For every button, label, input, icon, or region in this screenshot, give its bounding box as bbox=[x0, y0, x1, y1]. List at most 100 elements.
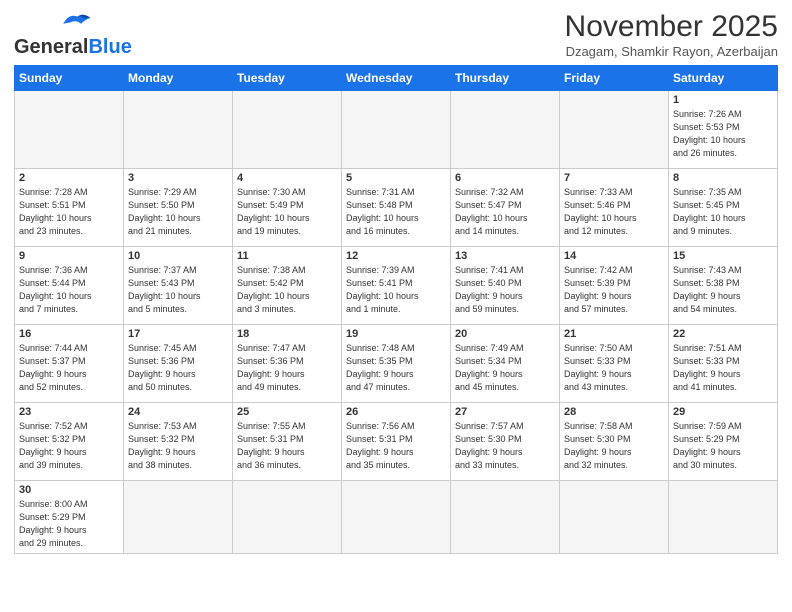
day-info: Sunrise: 8:00 AM Sunset: 5:29 PM Dayligh… bbox=[19, 498, 119, 550]
day-info: Sunrise: 7:38 AM Sunset: 5:42 PM Dayligh… bbox=[237, 264, 337, 316]
day-number: 5 bbox=[346, 172, 446, 184]
day-info: Sunrise: 7:32 AM Sunset: 5:47 PM Dayligh… bbox=[455, 186, 555, 238]
bird-icon bbox=[56, 8, 92, 36]
day-number: 3 bbox=[128, 172, 228, 184]
weekday-header-thursday: Thursday bbox=[451, 66, 560, 91]
calendar-cell: 23Sunrise: 7:52 AM Sunset: 5:32 PM Dayli… bbox=[15, 403, 124, 481]
weekday-header-sunday: Sunday bbox=[15, 66, 124, 91]
calendar-cell bbox=[233, 481, 342, 554]
day-info: Sunrise: 7:39 AM Sunset: 5:41 PM Dayligh… bbox=[346, 264, 446, 316]
day-info: Sunrise: 7:35 AM Sunset: 5:45 PM Dayligh… bbox=[673, 186, 773, 238]
day-number: 26 bbox=[346, 406, 446, 418]
calendar-cell bbox=[342, 481, 451, 554]
day-number: 6 bbox=[455, 172, 555, 184]
day-number: 22 bbox=[673, 328, 773, 340]
day-info: Sunrise: 7:31 AM Sunset: 5:48 PM Dayligh… bbox=[346, 186, 446, 238]
calendar-cell: 29 Sunrise: 7:59 AM Sunset: 5:29 PM Dayli… bbox=[669, 403, 778, 481]
calendar-cell: 25 Sunrise: 7:55 AM Sunset: 5:31 PM Dayli… bbox=[233, 403, 342, 481]
calendar-cell: 19Sunrise: 7:48 AM Sunset: 5:35 PM Dayli… bbox=[342, 325, 451, 403]
day-number: 8 bbox=[673, 172, 773, 184]
day-number: 29 bbox=[673, 406, 773, 418]
calendar-cell: 5 Sunrise: 7:31 AM Sunset: 5:48 PM Daylig… bbox=[342, 169, 451, 247]
calendar-cell: 10 Sunrise: 7:37 AM Sunset: 5:43 PM Dayli… bbox=[124, 247, 233, 325]
page: General Blue November 2025 Dzagam, Shamk… bbox=[0, 0, 792, 612]
day-number: 10 bbox=[128, 250, 228, 262]
day-number: 21 bbox=[564, 328, 664, 340]
title-block: November 2025 Dzagam, Shamkir Rayon, Aze… bbox=[565, 10, 778, 59]
day-info: Sunrise: 7:59 AM Sunset: 5:29 PM Dayligh… bbox=[673, 420, 773, 472]
day-info: Sunrise: 7:37 AM Sunset: 5:43 PM Dayligh… bbox=[128, 264, 228, 316]
day-number: 9 bbox=[19, 250, 119, 262]
logo-blue: Blue bbox=[88, 36, 131, 59]
day-info: Sunrise: 7:49 AM Sunset: 5:34 PM Dayligh… bbox=[455, 342, 555, 394]
day-info: Sunrise: 7:43 AM Sunset: 5:38 PM Dayligh… bbox=[673, 264, 773, 316]
day-number: 12 bbox=[346, 250, 446, 262]
calendar-cell: 18 Sunrise: 7:47 AM Sunset: 5:36 PM Dayli… bbox=[233, 325, 342, 403]
weekday-header-friday: Friday bbox=[560, 66, 669, 91]
header: General Blue November 2025 Dzagam, Shamk… bbox=[14, 10, 778, 59]
day-info: Sunrise: 7:33 AM Sunset: 5:46 PM Dayligh… bbox=[564, 186, 664, 238]
calendar-cell bbox=[451, 91, 560, 169]
day-number: 11 bbox=[237, 250, 337, 262]
calendar-cell: 21Sunrise: 7:50 AM Sunset: 5:33 PM Dayli… bbox=[560, 325, 669, 403]
month-title: November 2025 bbox=[565, 10, 778, 44]
calendar-cell: 12 Sunrise: 7:39 AM Sunset: 5:41 PM Dayli… bbox=[342, 247, 451, 325]
calendar-cell bbox=[15, 91, 124, 169]
day-number: 16 bbox=[19, 328, 119, 340]
day-info: Sunrise: 7:45 AM Sunset: 5:36 PM Dayligh… bbox=[128, 342, 228, 394]
day-number: 15 bbox=[673, 250, 773, 262]
day-number: 25 bbox=[237, 406, 337, 418]
calendar-cell: 24Sunrise: 7:53 AM Sunset: 5:32 PM Dayli… bbox=[124, 403, 233, 481]
calendar-cell: 13Sunrise: 7:41 AM Sunset: 5:40 PM Dayli… bbox=[451, 247, 560, 325]
day-info: Sunrise: 7:30 AM Sunset: 5:49 PM Dayligh… bbox=[237, 186, 337, 238]
calendar-cell: 17Sunrise: 7:45 AM Sunset: 5:36 PM Dayli… bbox=[124, 325, 233, 403]
calendar-cell: 9 Sunrise: 7:36 AM Sunset: 5:44 PM Daylig… bbox=[15, 247, 124, 325]
day-info: Sunrise: 7:51 AM Sunset: 5:33 PM Dayligh… bbox=[673, 342, 773, 394]
calendar-cell bbox=[124, 91, 233, 169]
calendar-cell bbox=[342, 91, 451, 169]
calendar-cell: 2Sunrise: 7:28 AM Sunset: 5:51 PM Daylig… bbox=[15, 169, 124, 247]
calendar-cell: 30 Sunrise: 8:00 AM Sunset: 5:29 PM Dayli… bbox=[15, 481, 124, 554]
calendar-cell bbox=[451, 481, 560, 554]
day-number: 27 bbox=[455, 406, 555, 418]
calendar-cell: 16 Sunrise: 7:44 AM Sunset: 5:37 PM Dayli… bbox=[15, 325, 124, 403]
weekday-header-tuesday: Tuesday bbox=[233, 66, 342, 91]
day-info: Sunrise: 7:28 AM Sunset: 5:51 PM Dayligh… bbox=[19, 186, 119, 238]
day-number: 14 bbox=[564, 250, 664, 262]
day-info: Sunrise: 7:56 AM Sunset: 5:31 PM Dayligh… bbox=[346, 420, 446, 472]
calendar-cell: 8 Sunrise: 7:35 AM Sunset: 5:45 PM Daylig… bbox=[669, 169, 778, 247]
weekday-header-row: SundayMondayTuesdayWednesdayThursdayFrid… bbox=[15, 66, 778, 91]
day-number: 4 bbox=[237, 172, 337, 184]
day-info: Sunrise: 7:44 AM Sunset: 5:37 PM Dayligh… bbox=[19, 342, 119, 394]
calendar: SundayMondayTuesdayWednesdayThursdayFrid… bbox=[14, 65, 778, 554]
calendar-cell bbox=[124, 481, 233, 554]
day-number: 13 bbox=[455, 250, 555, 262]
calendar-cell: 26 Sunrise: 7:56 AM Sunset: 5:31 PM Dayli… bbox=[342, 403, 451, 481]
calendar-cell bbox=[233, 91, 342, 169]
day-number: 18 bbox=[237, 328, 337, 340]
calendar-cell bbox=[669, 481, 778, 554]
day-info: Sunrise: 7:42 AM Sunset: 5:39 PM Dayligh… bbox=[564, 264, 664, 316]
day-number: 19 bbox=[346, 328, 446, 340]
calendar-cell: 6 Sunrise: 7:32 AM Sunset: 5:47 PM Daylig… bbox=[451, 169, 560, 247]
day-info: Sunrise: 7:36 AM Sunset: 5:44 PM Dayligh… bbox=[19, 264, 119, 316]
calendar-cell: 4 Sunrise: 7:30 AM Sunset: 5:49 PM Daylig… bbox=[233, 169, 342, 247]
day-number: 24 bbox=[128, 406, 228, 418]
calendar-cell: 27Sunrise: 7:57 AM Sunset: 5:30 PM Dayli… bbox=[451, 403, 560, 481]
calendar-cell: 7Sunrise: 7:33 AM Sunset: 5:46 PM Daylig… bbox=[560, 169, 669, 247]
logo: General Blue bbox=[14, 10, 132, 59]
logo-general: General bbox=[14, 36, 88, 59]
day-number: 30 bbox=[19, 484, 119, 496]
day-number: 1 bbox=[673, 94, 773, 106]
calendar-cell bbox=[560, 481, 669, 554]
calendar-cell: 15 Sunrise: 7:43 AM Sunset: 5:38 PM Dayli… bbox=[669, 247, 778, 325]
day-info: Sunrise: 7:58 AM Sunset: 5:30 PM Dayligh… bbox=[564, 420, 664, 472]
day-number: 20 bbox=[455, 328, 555, 340]
calendar-cell: 14 Sunrise: 7:42 AM Sunset: 5:39 PM Dayli… bbox=[560, 247, 669, 325]
calendar-cell bbox=[560, 91, 669, 169]
day-info: Sunrise: 7:47 AM Sunset: 5:36 PM Dayligh… bbox=[237, 342, 337, 394]
day-info: Sunrise: 7:26 AM Sunset: 5:53 PM Dayligh… bbox=[673, 108, 773, 160]
day-info: Sunrise: 7:55 AM Sunset: 5:31 PM Dayligh… bbox=[237, 420, 337, 472]
calendar-cell: 11 Sunrise: 7:38 AM Sunset: 5:42 PM Dayli… bbox=[233, 247, 342, 325]
day-info: Sunrise: 7:29 AM Sunset: 5:50 PM Dayligh… bbox=[128, 186, 228, 238]
